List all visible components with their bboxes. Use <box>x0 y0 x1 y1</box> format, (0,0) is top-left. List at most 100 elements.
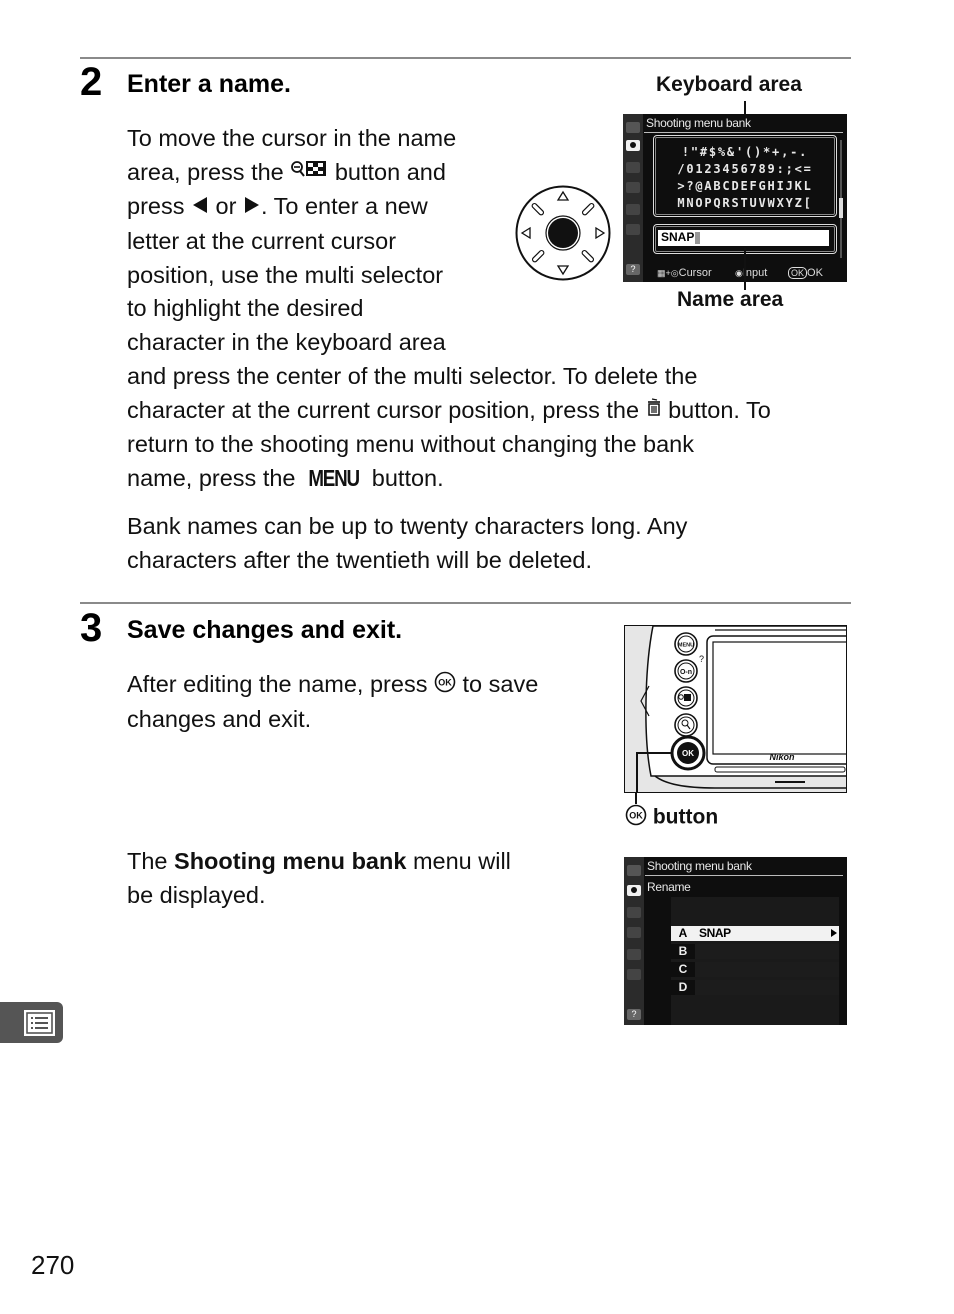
text-line: After editing the name, press OK to save <box>127 668 597 703</box>
keyboard-area-label: Keyboard area <box>656 73 802 96</box>
step-3-result: The Shooting menu bank menu will be disp… <box>127 845 597 912</box>
multi-selector-center-icon: ◉ <box>735 268 743 278</box>
svg-text:OK: OK <box>438 677 452 687</box>
text-line: character in the keyboard area <box>127 329 446 356</box>
retouch-menu-icon <box>627 949 641 960</box>
screen-subtitle: Rename <box>647 880 691 894</box>
page-number: 270 <box>31 1250 75 1280</box>
zoom-in-button <box>674 713 698 737</box>
name-value: SNAP <box>661 230 695 244</box>
menu-list-icon <box>24 1010 55 1036</box>
scrollbar-thumb <box>839 198 843 218</box>
multi-selector-illustration <box>514 184 612 282</box>
svg-text:?: ? <box>699 654 704 664</box>
svg-text:OK: OK <box>682 749 694 758</box>
section-divider-step-2 <box>80 57 851 59</box>
my-menu-icon <box>626 224 640 235</box>
name-area-callout <box>744 248 746 290</box>
bank-letter: B <box>671 944 695 959</box>
text-span: press <box>127 193 191 220</box>
brand-logo: Nikon <box>769 752 795 762</box>
bank-row-d[interactable]: D <box>671 980 839 995</box>
svg-text:O-n: O-n <box>680 669 692 676</box>
section-divider-step-3 <box>80 602 851 604</box>
step-2-note: Bank names can be up to twenty character… <box>127 510 857 577</box>
playback-menu-icon <box>627 865 641 876</box>
shooting-menu-bank-screen: ? Shooting menu bank Rename A SNAP B C D <box>624 857 847 1025</box>
title-divider <box>645 875 843 876</box>
text-line: Bank names can be up to twenty character… <box>127 513 688 539</box>
text-line: and press the center of the multi select… <box>127 362 698 389</box>
footer-text: Cursor <box>678 267 712 279</box>
text-line: be displayed. <box>127 881 266 908</box>
custom-settings-icon <box>626 162 640 173</box>
keyboard-row: >?@ABCDEFGHIJKL <box>677 179 813 193</box>
bank-letter: D <box>671 980 695 995</box>
bank-row-a[interactable]: A SNAP <box>671 926 839 941</box>
text-span: button and <box>328 158 446 185</box>
footer-cursor-hint: ▦+◎Cursor <box>657 267 712 279</box>
trash-icon <box>646 394 662 428</box>
svg-text:OK: OK <box>629 811 643 821</box>
text-line: The Shooting menu bank menu will <box>127 845 597 879</box>
text-span: The <box>127 848 175 874</box>
text-span: character at the current cursor position… <box>127 396 646 423</box>
keyboard-row: MNOPQRSTUVWXYZ[ <box>677 196 813 210</box>
retouch-menu-icon <box>626 204 640 215</box>
footer-text: OK <box>807 267 823 279</box>
name-area-label: Name area <box>677 288 784 311</box>
screen-title: Shooting menu bank <box>647 859 752 873</box>
zoom-out-thumbnail-icon <box>290 157 328 191</box>
name-entry-screen: ? Shooting menu bank !"#$%&'()*+,-. /012… <box>623 114 847 282</box>
camera-back-illustration: MENU O-n? OK Nikon <box>624 625 847 793</box>
shooting-menu-icon <box>626 140 640 151</box>
list-background <box>671 897 839 1025</box>
setup-menu-icon <box>626 182 640 193</box>
left-arrow-icon <box>191 191 209 225</box>
text-line: name, press the MENU button. <box>127 462 857 496</box>
chapter-tab[interactable] <box>0 1002 63 1043</box>
bank-name: SNAP <box>699 926 731 940</box>
shooting-menu-icon <box>627 885 641 896</box>
bank-row-b[interactable]: B <box>671 944 839 959</box>
setup-menu-icon <box>627 927 641 938</box>
ok-button-callout <box>635 792 637 804</box>
text-span: button. To <box>661 396 771 423</box>
text-span: . To enter a new <box>260 193 428 220</box>
keyboard-row: !"#$%&'()*+,-. <box>681 145 809 159</box>
step-3-instructions: After editing the name, press OK to save… <box>127 668 597 736</box>
title-divider <box>644 132 843 133</box>
bank-letter: C <box>671 962 695 977</box>
bank-row-c[interactable]: C <box>671 962 839 977</box>
screen-title: Shooting menu bank <box>646 116 751 130</box>
playback-menu-icon <box>626 122 640 133</box>
keyboard-row: /0123456789:;<= <box>677 162 813 176</box>
text-span: area, press the <box>127 158 291 185</box>
step-title: Save changes and exit. <box>127 616 403 644</box>
text-span: button. <box>365 464 444 491</box>
custom-settings-icon <box>627 907 641 918</box>
menu-name-emphasis: Shooting menu bank <box>174 848 407 874</box>
name-input: SNAP <box>658 230 829 246</box>
footer-ok-hint: OK OK <box>788 267 823 279</box>
bank-letter: A <box>671 926 695 941</box>
menu-button-glyph: MENU <box>308 464 360 491</box>
menu-button: MENU <box>674 632 698 656</box>
text-line: return to the shooting menu without chan… <box>127 431 694 458</box>
text-line: character at the current cursor position… <box>127 394 857 429</box>
submenu-arrow-icon <box>831 929 837 937</box>
ok-button: OK <box>670 735 706 771</box>
text-span: or <box>209 193 243 220</box>
text-span: name, press the <box>127 464 303 491</box>
text-line: characters after the twentieth will be d… <box>127 546 593 573</box>
menu-sidebar: ? <box>623 114 643 282</box>
caption-text: button <box>652 805 719 829</box>
help-icon: ? <box>626 264 640 275</box>
right-arrow-icon <box>243 191 261 225</box>
svg-text:MENU: MENU <box>678 643 694 649</box>
text-span: After editing the name, press <box>127 671 434 697</box>
step-number: 2 <box>80 60 103 104</box>
zoom-out-thumbnail-button <box>674 686 698 710</box>
ok-button-icon: OK <box>788 267 808 279</box>
menu-sidebar: ? <box>624 857 644 1025</box>
